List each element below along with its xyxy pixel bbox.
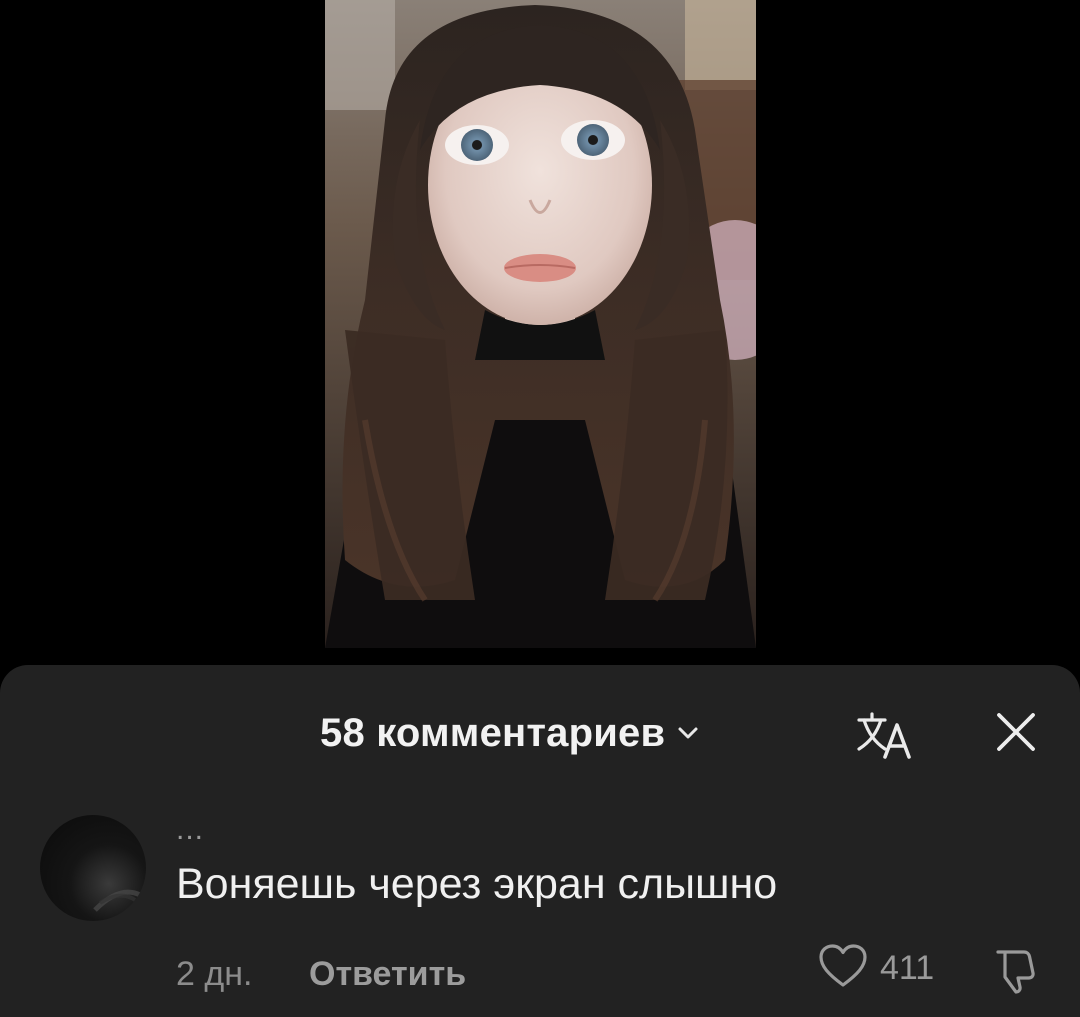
comments-count-label: 58 комментариев	[320, 710, 666, 755]
comments-sheet-header: 58 комментариев	[0, 665, 1080, 805]
chevron-down-icon	[675, 720, 701, 746]
like-button[interactable]: 411	[818, 943, 934, 994]
heart-icon	[818, 943, 868, 994]
dislike-button[interactable]	[986, 943, 1046, 1003]
video-preview[interactable]	[325, 0, 756, 648]
comment-timestamp: 2 дн.	[176, 955, 253, 993]
thumbs-down-icon	[990, 946, 1042, 1001]
comment-item: ... Воняешь через экран слышно 2 дн. Отв…	[0, 805, 1080, 1017]
comment-text: Воняешь через экран слышно	[176, 860, 778, 908]
like-count: 411	[880, 949, 935, 987]
comment-username[interactable]: ...	[176, 813, 204, 847]
translate-button[interactable]	[850, 709, 918, 765]
comments-count-dropdown[interactable]: 58 комментариев	[320, 709, 701, 757]
translate-icon	[855, 711, 913, 764]
close-button[interactable]	[988, 706, 1044, 762]
avatar[interactable]	[40, 815, 146, 921]
close-icon	[995, 711, 1037, 758]
reply-button[interactable]: Ответить	[309, 955, 466, 994]
video-area[interactable]	[0, 0, 1080, 665]
comments-sheet: 58 комментариев ... Воняешь через экран …	[0, 665, 1080, 1017]
video-still-image	[325, 0, 756, 648]
